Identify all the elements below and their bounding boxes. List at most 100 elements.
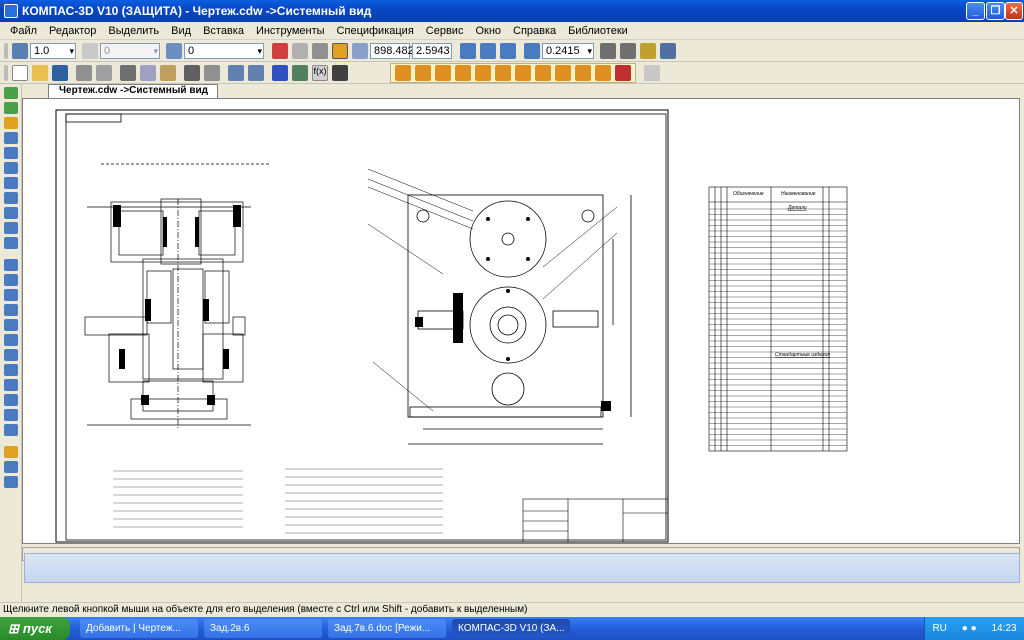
text-icon[interactable] <box>4 409 18 421</box>
spline-icon[interactable] <box>4 446 18 458</box>
contour-icon[interactable] <box>4 461 18 473</box>
document-tab[interactable]: Чертеж.cdw ->Системный вид <box>48 84 218 98</box>
zoom-window-icon[interactable] <box>460 42 476 59</box>
print-icon[interactable] <box>76 64 92 81</box>
snap-magnet-icon[interactable] <box>615 64 631 81</box>
properties-icon[interactable] <box>204 64 220 81</box>
start-button[interactable]: ⊞ пуск <box>0 617 70 640</box>
parametrize-icon[interactable] <box>4 147 18 159</box>
snap-point-icon[interactable] <box>475 64 491 81</box>
close-button[interactable]: ✕ <box>1005 2 1023 20</box>
hatch-icon[interactable] <box>4 394 18 406</box>
task-folder[interactable]: Зад.2в.6 <box>204 619 322 638</box>
snap-grid-icon[interactable] <box>595 64 611 81</box>
open-folder-icon[interactable] <box>32 64 48 81</box>
menu-view[interactable]: Вид <box>165 25 197 37</box>
menu-window[interactable]: Окно <box>469 25 507 37</box>
segment-icon[interactable] <box>4 274 18 286</box>
snap-center-icon[interactable] <box>455 64 471 81</box>
save-icon[interactable] <box>52 64 68 81</box>
zoom-out-icon[interactable] <box>500 42 516 59</box>
coord-x-field[interactable]: 898.482 <box>370 42 414 59</box>
zoom-in-icon[interactable] <box>480 42 496 59</box>
help-cursor-icon[interactable] <box>332 64 348 81</box>
snap-angle-icon[interactable] <box>535 64 551 81</box>
equidistant-icon[interactable] <box>4 476 18 488</box>
manager-icon[interactable] <box>272 64 288 81</box>
maximize-icon: ❐ <box>990 5 1001 17</box>
minimize-button[interactable]: _ <box>966 2 985 20</box>
pan-icon[interactable] <box>600 42 616 59</box>
rectangle-icon[interactable] <box>4 349 18 361</box>
snap-normal-icon[interactable] <box>515 64 531 81</box>
polyline-icon[interactable] <box>4 334 18 346</box>
table-icon[interactable] <box>4 424 18 436</box>
menu-specification[interactable]: Спецификация <box>331 25 420 37</box>
undo-icon[interactable] <box>228 64 244 81</box>
snap-nearest-icon[interactable] <box>395 64 411 81</box>
coord-y-field[interactable]: 2.5943 <box>412 42 452 59</box>
display-mode-icon[interactable] <box>660 42 676 59</box>
menu-help[interactable]: Справка <box>507 25 562 37</box>
symbols-icon[interactable] <box>4 117 18 129</box>
section-view <box>84 163 271 429</box>
associative-view-icon[interactable] <box>4 192 18 204</box>
point-icon[interactable] <box>4 259 18 271</box>
menu-libraries[interactable]: Библиотеки <box>562 25 634 37</box>
task-kompas[interactable]: КОМПАС-3D V10 (ЗА... <box>452 619 570 638</box>
geometry-icon[interactable] <box>4 87 18 99</box>
edit-icon[interactable] <box>4 132 18 144</box>
zoom-select[interactable]: 0.2415 <box>542 42 594 59</box>
measure-icon[interactable] <box>4 162 18 174</box>
circle-icon[interactable] <box>4 289 18 301</box>
insert-icon[interactable] <box>4 237 18 249</box>
paste-icon[interactable] <box>160 64 176 81</box>
show-all-icon[interactable] <box>620 42 636 59</box>
snap-extra-icon[interactable] <box>644 64 660 81</box>
specification-icon[interactable] <box>4 207 18 219</box>
arc-icon[interactable] <box>4 304 18 316</box>
task-opera[interactable]: Добавить | Чертеж... <box>80 619 198 638</box>
snap-intersection-icon[interactable] <box>415 64 431 81</box>
local-cs-icon[interactable] <box>332 42 348 59</box>
dimensions-icon[interactable] <box>4 102 18 114</box>
snap-along-icon[interactable] <box>575 64 591 81</box>
library-icon[interactable] <box>292 64 308 81</box>
copy-icon[interactable] <box>140 64 156 81</box>
snap-middle-icon[interactable] <box>435 64 451 81</box>
print-preview-icon[interactable] <box>96 64 112 81</box>
variables-icon[interactable]: f(x) <box>312 64 328 81</box>
spec-section-standard: Стандартные изделия <box>775 352 830 358</box>
drawing-canvas[interactable]: Обозначение Наименование Детали Стандарт… <box>22 98 1020 544</box>
layer-state-select[interactable]: 0 <box>100 42 160 59</box>
menu-service[interactable]: Сервис <box>420 25 470 37</box>
menu-select[interactable]: Выделить <box>102 25 165 37</box>
grid-icon[interactable] <box>292 42 308 59</box>
redo-icon[interactable] <box>248 64 264 81</box>
line-scale-select[interactable]: 1.0 <box>30 42 76 59</box>
format-painter-icon[interactable] <box>184 64 200 81</box>
language-indicator[interactable]: RU <box>932 623 946 634</box>
menu-tools[interactable]: Инструменты <box>250 25 331 37</box>
menu-edit[interactable]: Редактор <box>43 25 102 37</box>
select-icon[interactable] <box>4 177 18 189</box>
menu-file[interactable]: Файл <box>4 25 43 37</box>
snap-tangent-icon[interactable] <box>495 64 511 81</box>
layer-select[interactable]: 0 <box>184 42 264 59</box>
maximize-button[interactable]: ❐ <box>986 2 1005 20</box>
line-scale-icon <box>12 42 28 59</box>
fillet-icon[interactable] <box>4 379 18 391</box>
ortho-icon[interactable] <box>312 42 328 59</box>
toolbar-grip <box>4 42 8 59</box>
front-view <box>407 194 632 445</box>
menu-insert[interactable]: Вставка <box>197 25 250 37</box>
snap-magnet-icon[interactable] <box>272 42 288 59</box>
ellipse-icon[interactable] <box>4 319 18 331</box>
refresh-icon[interactable] <box>640 42 656 59</box>
chamfer-icon[interactable] <box>4 364 18 376</box>
cut-icon[interactable] <box>120 64 136 81</box>
task-word[interactable]: Зад.7в.6.doc [Режи... <box>328 619 446 638</box>
snap-quadrant-icon[interactable] <box>555 64 571 81</box>
new-file-icon[interactable] <box>12 64 28 81</box>
reports-icon[interactable] <box>4 222 18 234</box>
